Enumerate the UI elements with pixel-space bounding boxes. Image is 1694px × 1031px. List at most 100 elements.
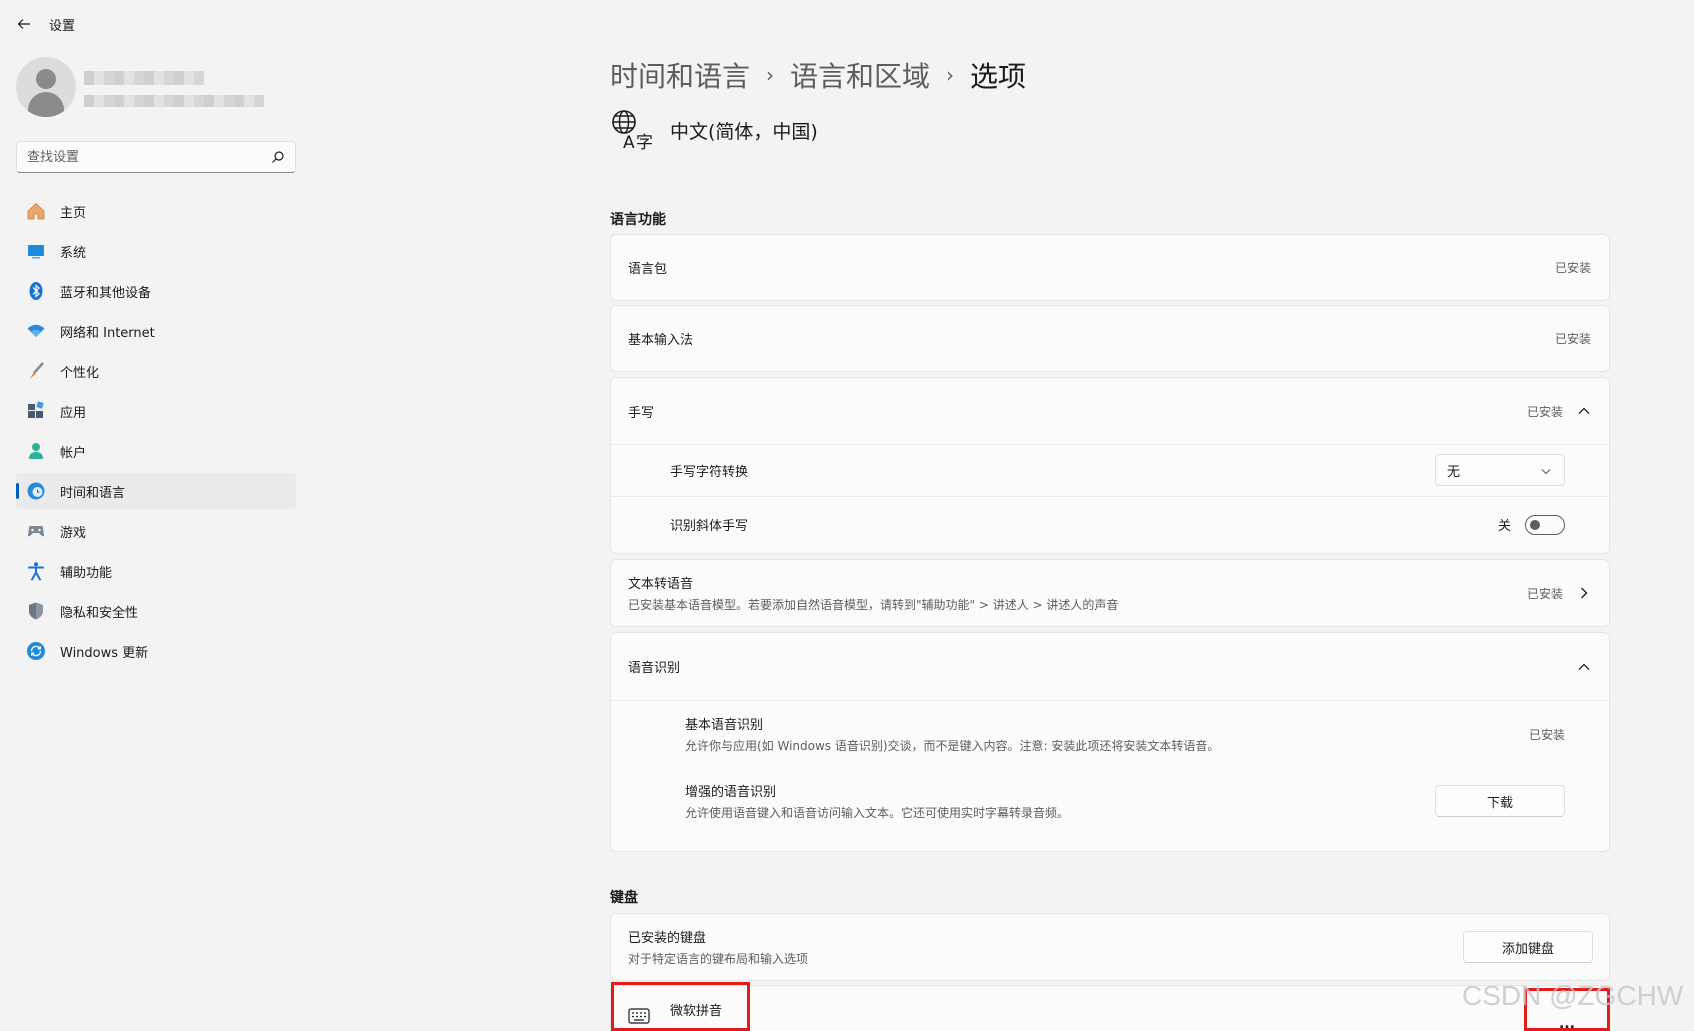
toggle-state-label: 关 [1497, 519, 1511, 534]
breadcrumb-separator: › [766, 63, 775, 87]
row-label: 识别斜体手写 [670, 519, 749, 534]
bluetooth-icon [26, 281, 46, 301]
language-icon: A 字 [612, 110, 653, 152]
account-icon [26, 441, 46, 461]
status-text: 已安装 [1554, 332, 1591, 346]
sidebar-item-label: 隐私和安全性 [60, 605, 139, 621]
brush-icon [26, 361, 46, 381]
card-basic-typing[interactable]: 基本输入法 已安装 [610, 305, 1610, 372]
sidebar-item-apps[interactable]: 应用 [16, 393, 296, 429]
title-bar: 设置 [0, 0, 1694, 48]
sidebar-item-label: 游戏 [60, 525, 87, 541]
back-button[interactable] [12, 12, 36, 36]
row-label: 手写字符转换 [670, 464, 749, 480]
cursive-toggle[interactable] [1525, 514, 1565, 535]
cursive-handwriting-row: 识别斜体手写 关 [611, 496, 1609, 553]
sidebar-item-label: 应用 [60, 405, 87, 421]
wifi-icon [26, 321, 46, 341]
blurred-username [84, 71, 204, 85]
chevron-up-icon[interactable] [1577, 660, 1591, 674]
sidebar-item-network[interactable]: 网络和 Internet [16, 313, 296, 349]
back-arrow-icon [17, 19, 30, 29]
svg-text:A: A [623, 133, 635, 152]
download-button[interactable]: 下载 [1435, 785, 1565, 817]
row-label: 语音识别 [628, 661, 681, 676]
search-input[interactable] [17, 142, 257, 172]
sidebar-item-label: 辅助功能 [60, 565, 113, 581]
section-keyboard: 键盘 [610, 890, 638, 906]
sidebar-item-time-language[interactable]: 时间和语言 [16, 473, 296, 509]
card-installed-keyboards: 已安装的键盘 对于特定语言的键布局和输入选项 添加键盘 [610, 913, 1610, 981]
card-microsoft-pinyin[interactable]: 微软拼音 ... [610, 985, 1610, 1031]
card-text-to-speech[interactable]: 文本转语音 已安装基本语音模型。若要添加自然语音模型，请转到"辅助功能" > 讲… [610, 559, 1610, 627]
row-label: 基本语音识别 [685, 718, 764, 733]
windows-update-icon [26, 641, 46, 661]
sidebar-item-label: Windows 更新 [60, 645, 149, 661]
language-header: A 字 中文(简体，中国) [610, 108, 818, 152]
sidebar-item-label: 系统 [60, 245, 87, 261]
avatar [16, 57, 76, 117]
system-icon [26, 241, 46, 261]
search-box[interactable] [16, 141, 296, 173]
handwriting-conversion-row: 手写字符转换 无 [611, 444, 1609, 496]
chevron-up-icon[interactable] [1577, 404, 1591, 418]
sidebar-item-bluetooth[interactable]: 蓝牙和其他设备 [16, 273, 296, 309]
sidebar-item-privacy[interactable]: 隐私和安全性 [16, 593, 296, 629]
sidebar-item-personalization[interactable]: 个性化 [16, 353, 296, 389]
home-icon [26, 201, 46, 221]
watermark: CSDN @ZGCHW [1462, 980, 1684, 1011]
chevron-right-icon [1581, 587, 1588, 599]
sidebar-item-label: 网络和 Internet [60, 325, 155, 341]
breadcrumb-separator: › [946, 63, 955, 87]
row-label: 已安装的键盘 [628, 931, 707, 946]
sidebar-item-label: 个性化 [60, 365, 100, 381]
sidebar-item-system[interactable]: 系统 [16, 233, 296, 269]
handwriting-conversion-select[interactable]: 无 [1435, 454, 1565, 486]
accessibility-icon [26, 561, 46, 581]
card-speech-recognition: 语音识别 基本语音识别 允许你与应用(如 Windows 语音识别)交谈，而不是… [610, 632, 1610, 852]
speech-recognition-header[interactable]: 语音识别 [611, 633, 1609, 700]
sidebar-item-windows-update[interactable]: Windows 更新 [16, 633, 296, 669]
row-label: 增强的语音识别 [685, 785, 777, 800]
sidebar-item-home[interactable]: 主页 [16, 193, 296, 229]
time-language-icon [26, 481, 46, 501]
breadcrumb-time-language[interactable]: 时间和语言 [610, 55, 750, 95]
status-text: 已安装 [1528, 727, 1565, 742]
search-icon[interactable] [271, 150, 285, 164]
row-label: 语言包 [628, 262, 668, 277]
gamepad-icon [26, 521, 46, 541]
row-description: 允许使用语音键入和语音访问输入文本。它还可使用实时字幕转录音频。 [685, 806, 1070, 820]
sidebar-item-accessibility[interactable]: 辅助功能 [16, 553, 296, 589]
enhanced-speech-row: 增强的语音识别 允许使用语音键入和语音访问输入文本。它还可使用实时字幕转录音频。… [611, 768, 1609, 834]
row-description: 已安装基本语音模型。若要添加自然语音模型，请转到"辅助功能" > 讲述人 > 讲… [628, 598, 1119, 612]
row-description: 允许你与应用(如 Windows 语音识别)交谈，而不是键入内容。注意: 安装此… [685, 739, 1220, 753]
svg-text:字: 字 [636, 133, 653, 152]
chevron-down-icon [1541, 469, 1551, 475]
sidebar-item-label: 帐户 [60, 445, 87, 461]
breadcrumb-language-region[interactable]: 语言和区域 [790, 55, 930, 95]
sidebar-item-accounts[interactable]: 帐户 [16, 433, 296, 469]
language-name: 中文(简体，中国) [670, 120, 818, 143]
shield-icon [26, 601, 46, 621]
card-handwriting: 手写 已安装 手写字符转换 无 识别斜体手写 关 [610, 377, 1610, 554]
handwriting-header[interactable]: 手写 已安装 [611, 378, 1609, 444]
row-label: 文本转语音 [628, 577, 694, 592]
sidebar-item-gaming[interactable]: 游戏 [16, 513, 296, 549]
blurred-email [84, 95, 264, 107]
section-language-features: 语言功能 [610, 212, 666, 228]
basic-speech-row: 基本语音识别 允许你与应用(如 Windows 语音识别)交谈，而不是键入内容。… [611, 700, 1609, 768]
status-text: 已安装 [1554, 261, 1591, 275]
sidebar-nav: 主页 系统 蓝牙和其他设备 网络和 Internet 个性化 应用 帐户 时间和… [16, 193, 296, 673]
breadcrumb: 时间和语言 › 语言和区域 › 选项 [610, 55, 1026, 95]
highlight-box-pinyin [611, 982, 750, 1031]
row-label: 基本输入法 [628, 333, 694, 348]
row-label: 手写 [628, 405, 655, 421]
status-text: 已安装 [1526, 586, 1563, 601]
sidebar-item-label: 蓝牙和其他设备 [60, 285, 152, 301]
add-keyboard-button[interactable]: 添加键盘 [1463, 931, 1593, 963]
status-text: 已安装 [1526, 404, 1563, 419]
select-value: 无 [1447, 464, 1461, 480]
page-title: 选项 [970, 60, 1027, 93]
card-language-pack[interactable]: 语言包 已安装 [610, 234, 1610, 301]
sidebar-item-label: 主页 [60, 205, 87, 221]
